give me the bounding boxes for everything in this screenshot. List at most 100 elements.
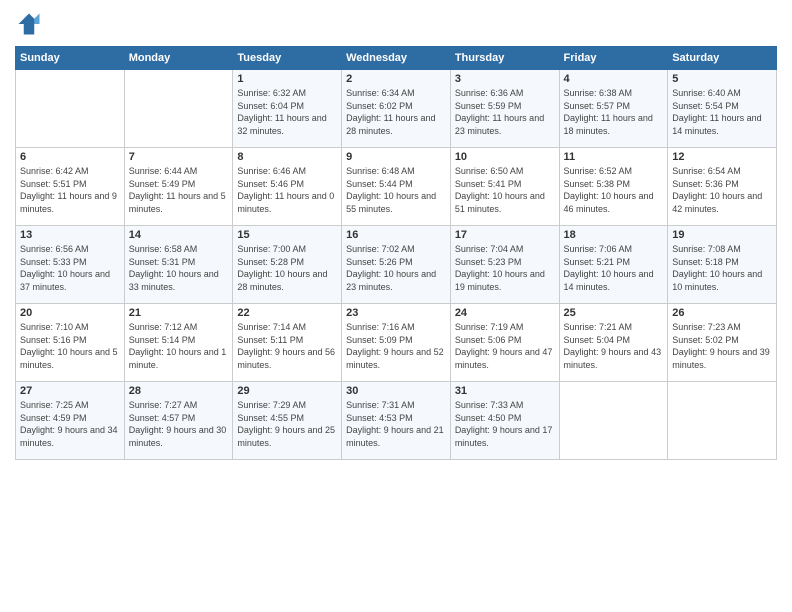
day-number: 10	[455, 151, 555, 163]
weekday-header-saturday: Saturday	[668, 47, 777, 70]
weekday-header-row: SundayMondayTuesdayWednesdayThursdayFrid…	[16, 47, 777, 70]
day-number: 24	[455, 307, 555, 319]
day-number: 8	[237, 151, 337, 163]
calendar-cell: 23 Sunrise: 7:16 AMSunset: 5:09 PMDaylig…	[342, 304, 451, 382]
calendar-cell: 10 Sunrise: 6:50 AMSunset: 5:41 PMDaylig…	[450, 148, 559, 226]
day-number: 2	[346, 73, 446, 85]
day-info: Sunrise: 7:29 AMSunset: 4:55 PMDaylight:…	[237, 400, 335, 448]
calendar-cell: 21 Sunrise: 7:12 AMSunset: 5:14 PMDaylig…	[124, 304, 233, 382]
calendar-cell: 19 Sunrise: 7:08 AMSunset: 5:18 PMDaylig…	[668, 226, 777, 304]
calendar-cell: 28 Sunrise: 7:27 AMSunset: 4:57 PMDaylig…	[124, 382, 233, 460]
day-number: 6	[20, 151, 120, 163]
calendar-cell: 18 Sunrise: 7:06 AMSunset: 5:21 PMDaylig…	[559, 226, 668, 304]
day-info: Sunrise: 7:23 AMSunset: 5:02 PMDaylight:…	[672, 322, 770, 370]
calendar-cell: 26 Sunrise: 7:23 AMSunset: 5:02 PMDaylig…	[668, 304, 777, 382]
calendar-cell: 31 Sunrise: 7:33 AMSunset: 4:50 PMDaylig…	[450, 382, 559, 460]
calendar-cell: 22 Sunrise: 7:14 AMSunset: 5:11 PMDaylig…	[233, 304, 342, 382]
calendar-cell: 4 Sunrise: 6:38 AMSunset: 5:57 PMDayligh…	[559, 70, 668, 148]
day-info: Sunrise: 6:58 AMSunset: 5:31 PMDaylight:…	[129, 244, 219, 292]
calendar-cell: 12 Sunrise: 6:54 AMSunset: 5:36 PMDaylig…	[668, 148, 777, 226]
weekday-header-thursday: Thursday	[450, 47, 559, 70]
day-info: Sunrise: 7:25 AMSunset: 4:59 PMDaylight:…	[20, 400, 118, 448]
day-number: 20	[20, 307, 120, 319]
day-number: 22	[237, 307, 337, 319]
calendar-week-row: 13 Sunrise: 6:56 AMSunset: 5:33 PMDaylig…	[16, 226, 777, 304]
calendar-cell: 11 Sunrise: 6:52 AMSunset: 5:38 PMDaylig…	[559, 148, 668, 226]
day-info: Sunrise: 6:44 AMSunset: 5:49 PMDaylight:…	[129, 166, 226, 214]
calendar-cell	[124, 70, 233, 148]
day-number: 15	[237, 229, 337, 241]
weekday-header-wednesday: Wednesday	[342, 47, 451, 70]
calendar-cell: 8 Sunrise: 6:46 AMSunset: 5:46 PMDayligh…	[233, 148, 342, 226]
calendar-cell: 30 Sunrise: 7:31 AMSunset: 4:53 PMDaylig…	[342, 382, 451, 460]
day-info: Sunrise: 7:04 AMSunset: 5:23 PMDaylight:…	[455, 244, 545, 292]
day-info: Sunrise: 7:27 AMSunset: 4:57 PMDaylight:…	[129, 400, 227, 448]
day-number: 18	[564, 229, 664, 241]
day-info: Sunrise: 7:02 AMSunset: 5:26 PMDaylight:…	[346, 244, 436, 292]
calendar-cell: 29 Sunrise: 7:29 AMSunset: 4:55 PMDaylig…	[233, 382, 342, 460]
calendar-week-row: 20 Sunrise: 7:10 AMSunset: 5:16 PMDaylig…	[16, 304, 777, 382]
day-number: 3	[455, 73, 555, 85]
day-info: Sunrise: 7:16 AMSunset: 5:09 PMDaylight:…	[346, 322, 444, 370]
calendar-cell: 1 Sunrise: 6:32 AMSunset: 6:04 PMDayligh…	[233, 70, 342, 148]
day-info: Sunrise: 6:36 AMSunset: 5:59 PMDaylight:…	[455, 88, 544, 136]
calendar-cell: 27 Sunrise: 7:25 AMSunset: 4:59 PMDaylig…	[16, 382, 125, 460]
day-number: 30	[346, 385, 446, 397]
day-number: 17	[455, 229, 555, 241]
calendar-week-row: 6 Sunrise: 6:42 AMSunset: 5:51 PMDayligh…	[16, 148, 777, 226]
day-number: 31	[455, 385, 555, 397]
weekday-header-friday: Friday	[559, 47, 668, 70]
day-number: 13	[20, 229, 120, 241]
calendar-week-row: 1 Sunrise: 6:32 AMSunset: 6:04 PMDayligh…	[16, 70, 777, 148]
day-info: Sunrise: 6:46 AMSunset: 5:46 PMDaylight:…	[237, 166, 334, 214]
calendar-cell: 15 Sunrise: 7:00 AMSunset: 5:28 PMDaylig…	[233, 226, 342, 304]
day-info: Sunrise: 7:31 AMSunset: 4:53 PMDaylight:…	[346, 400, 444, 448]
calendar-table: SundayMondayTuesdayWednesdayThursdayFrid…	[15, 46, 777, 460]
day-info: Sunrise: 6:50 AMSunset: 5:41 PMDaylight:…	[455, 166, 545, 214]
calendar-cell: 6 Sunrise: 6:42 AMSunset: 5:51 PMDayligh…	[16, 148, 125, 226]
calendar-cell	[16, 70, 125, 148]
day-number: 26	[672, 307, 772, 319]
day-info: Sunrise: 7:00 AMSunset: 5:28 PMDaylight:…	[237, 244, 327, 292]
day-info: Sunrise: 6:48 AMSunset: 5:44 PMDaylight:…	[346, 166, 436, 214]
calendar-cell: 2 Sunrise: 6:34 AMSunset: 6:02 PMDayligh…	[342, 70, 451, 148]
day-number: 16	[346, 229, 446, 241]
day-number: 5	[672, 73, 772, 85]
weekday-header-sunday: Sunday	[16, 47, 125, 70]
day-info: Sunrise: 6:40 AMSunset: 5:54 PMDaylight:…	[672, 88, 761, 136]
day-number: 11	[564, 151, 664, 163]
page: SundayMondayTuesdayWednesdayThursdayFrid…	[0, 0, 792, 612]
weekday-header-tuesday: Tuesday	[233, 47, 342, 70]
day-number: 1	[237, 73, 337, 85]
day-info: Sunrise: 6:56 AMSunset: 5:33 PMDaylight:…	[20, 244, 110, 292]
calendar-cell: 3 Sunrise: 6:36 AMSunset: 5:59 PMDayligh…	[450, 70, 559, 148]
day-number: 7	[129, 151, 229, 163]
calendar-cell: 25 Sunrise: 7:21 AMSunset: 5:04 PMDaylig…	[559, 304, 668, 382]
calendar-cell: 24 Sunrise: 7:19 AMSunset: 5:06 PMDaylig…	[450, 304, 559, 382]
day-number: 25	[564, 307, 664, 319]
day-info: Sunrise: 7:21 AMSunset: 5:04 PMDaylight:…	[564, 322, 662, 370]
calendar-cell: 7 Sunrise: 6:44 AMSunset: 5:49 PMDayligh…	[124, 148, 233, 226]
day-number: 14	[129, 229, 229, 241]
header	[15, 10, 777, 38]
calendar-cell: 17 Sunrise: 7:04 AMSunset: 5:23 PMDaylig…	[450, 226, 559, 304]
day-number: 27	[20, 385, 120, 397]
logo	[15, 10, 47, 38]
calendar-cell: 20 Sunrise: 7:10 AMSunset: 5:16 PMDaylig…	[16, 304, 125, 382]
day-info: Sunrise: 6:34 AMSunset: 6:02 PMDaylight:…	[346, 88, 435, 136]
logo-icon	[15, 10, 43, 38]
calendar-cell: 14 Sunrise: 6:58 AMSunset: 5:31 PMDaylig…	[124, 226, 233, 304]
day-number: 12	[672, 151, 772, 163]
day-info: Sunrise: 7:10 AMSunset: 5:16 PMDaylight:…	[20, 322, 118, 370]
day-info: Sunrise: 7:12 AMSunset: 5:14 PMDaylight:…	[129, 322, 227, 370]
day-info: Sunrise: 6:38 AMSunset: 5:57 PMDaylight:…	[564, 88, 653, 136]
calendar-cell: 13 Sunrise: 6:56 AMSunset: 5:33 PMDaylig…	[16, 226, 125, 304]
weekday-header-monday: Monday	[124, 47, 233, 70]
calendar-cell: 5 Sunrise: 6:40 AMSunset: 5:54 PMDayligh…	[668, 70, 777, 148]
calendar-week-row: 27 Sunrise: 7:25 AMSunset: 4:59 PMDaylig…	[16, 382, 777, 460]
day-info: Sunrise: 6:52 AMSunset: 5:38 PMDaylight:…	[564, 166, 654, 214]
day-number: 4	[564, 73, 664, 85]
day-info: Sunrise: 7:06 AMSunset: 5:21 PMDaylight:…	[564, 244, 654, 292]
day-number: 21	[129, 307, 229, 319]
calendar-cell	[668, 382, 777, 460]
